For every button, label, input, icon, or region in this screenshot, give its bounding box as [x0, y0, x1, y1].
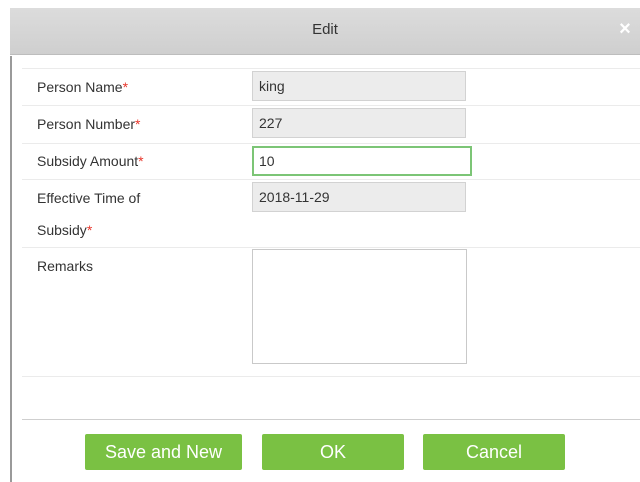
subsidy-amount-label: Subsidy Amount*	[37, 153, 144, 169]
person-number-field: 227	[252, 108, 466, 138]
person-name-label-text: Person Name	[37, 79, 123, 95]
person-number-label-text: Person Number	[37, 116, 136, 132]
effective-time-field: 2018-11-29	[252, 182, 466, 212]
effective-time-label-line1: Effective Time of	[37, 190, 141, 206]
required-asterisk: *	[86, 222, 93, 238]
effective-time-label-text: Subsidy	[37, 222, 87, 238]
cancel-button[interactable]: Cancel	[423, 434, 565, 470]
required-asterisk: *	[138, 153, 144, 169]
footer-divider	[22, 419, 640, 420]
person-name-field: king	[252, 71, 466, 101]
row-divider	[22, 376, 640, 377]
dialog-titlebar: Edit ×	[10, 8, 640, 55]
subsidy-amount-input[interactable]: 10	[252, 146, 472, 176]
ok-button[interactable]: OK	[262, 434, 404, 470]
dialog-left-border	[10, 56, 12, 482]
row-divider	[22, 247, 640, 248]
person-number-label: Person Number*	[37, 116, 141, 132]
required-asterisk: *	[135, 116, 141, 132]
row-divider	[22, 68, 640, 69]
save-and-new-button[interactable]: Save and New	[85, 434, 242, 470]
close-icon[interactable]: ×	[614, 18, 636, 40]
row-divider	[22, 143, 640, 144]
remarks-textarea[interactable]	[252, 249, 467, 364]
person-name-label: Person Name*	[37, 79, 128, 95]
row-divider	[22, 105, 640, 106]
effective-time-label-line2: Subsidy*	[37, 222, 92, 238]
edit-dialog: Edit × Person Name* king Person Number* …	[0, 0, 640, 482]
required-asterisk: *	[122, 79, 129, 95]
subsidy-amount-label-text: Subsidy Amount	[37, 153, 139, 169]
dialog-title: Edit	[312, 21, 338, 38]
row-divider	[22, 179, 640, 180]
remarks-label: Remarks	[37, 258, 94, 274]
